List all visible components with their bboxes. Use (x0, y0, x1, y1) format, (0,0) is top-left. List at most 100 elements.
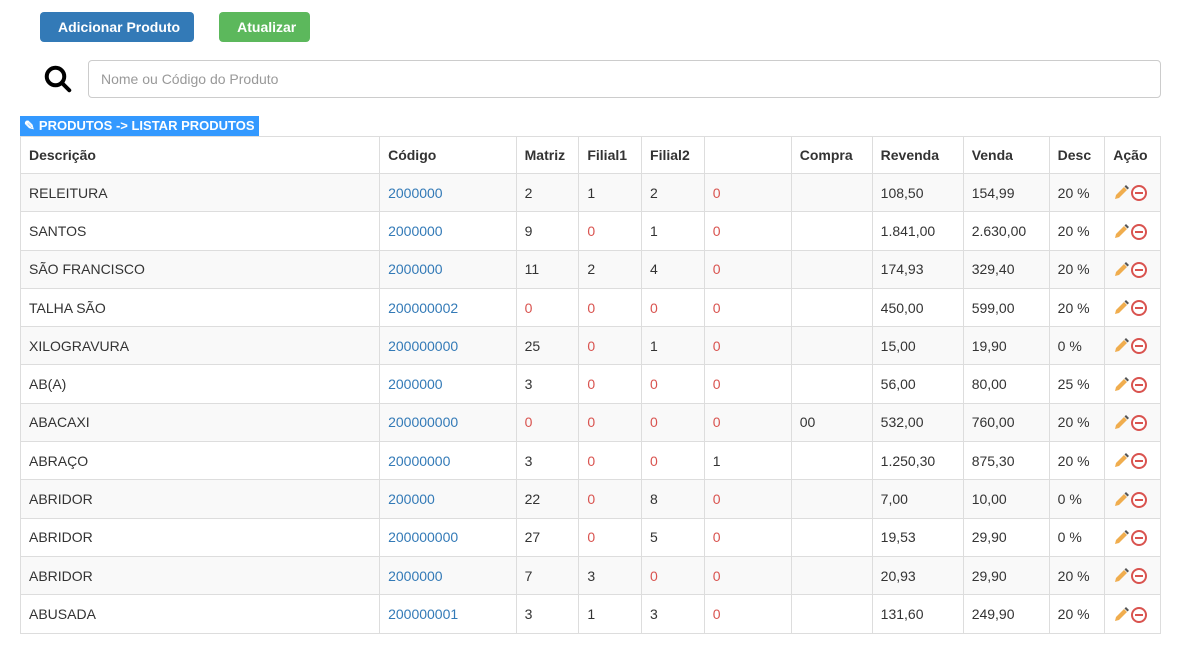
delete-icon[interactable] (1131, 607, 1147, 623)
cell-filial1: 0 (579, 442, 642, 480)
toolbar: Adicionar Produto Atualizar (40, 12, 1161, 42)
cell-acao (1105, 556, 1161, 594)
delete-icon[interactable] (1131, 415, 1147, 431)
delete-icon[interactable] (1131, 300, 1147, 316)
search-input[interactable] (88, 60, 1161, 98)
th-revenda: Revenda (872, 137, 963, 174)
codigo-link[interactable]: 2000000 (388, 261, 443, 277)
delete-icon[interactable] (1131, 530, 1147, 546)
cell-codigo: 2000000 (380, 174, 517, 212)
cell-filial2: 0 (642, 556, 705, 594)
cell-matriz: 9 (516, 212, 579, 250)
refresh-button[interactable]: Atualizar (219, 12, 310, 42)
cell-blank: 0 (704, 403, 791, 441)
codigo-link[interactable]: 200000 (388, 491, 435, 507)
cell-descricao: ABRIDOR (21, 556, 380, 594)
th-compra: Compra (791, 137, 872, 174)
codigo-link[interactable]: 200000002 (388, 300, 458, 316)
table-row: RELEITURA20000002120108,50154,9920 % (21, 174, 1161, 212)
delete-icon[interactable] (1131, 453, 1147, 469)
add-product-button[interactable]: Adicionar Produto (40, 12, 194, 42)
cell-descricao: TALHA SÃO (21, 288, 380, 326)
cell-compra (791, 442, 872, 480)
cell-venda: 875,30 (963, 442, 1049, 480)
cell-compra (791, 174, 872, 212)
cell-compra (791, 556, 872, 594)
cell-codigo: 200000000 (380, 327, 517, 365)
cell-revenda: 131,60 (872, 595, 963, 633)
cell-venda: 80,00 (963, 365, 1049, 403)
table-row: XILOGRAVURA2000000002501015,0019,900 % (21, 327, 1161, 365)
codigo-link[interactable]: 2000000 (388, 185, 443, 201)
edit-icon[interactable] (1113, 530, 1129, 546)
cell-filial1: 1 (579, 174, 642, 212)
cell-venda: 760,00 (963, 403, 1049, 441)
cell-filial2: 8 (642, 480, 705, 518)
edit-icon[interactable] (1113, 492, 1129, 508)
cell-desc: 20 % (1049, 250, 1105, 288)
cell-revenda: 20,93 (872, 556, 963, 594)
delete-icon[interactable] (1131, 377, 1147, 393)
delete-icon[interactable] (1131, 185, 1147, 201)
table-row: ABUSADA2000000013130131,60249,9020 % (21, 595, 1161, 633)
codigo-link[interactable]: 200000000 (388, 338, 458, 354)
cell-revenda: 7,00 (872, 480, 963, 518)
table-row: TALHA SÃO2000000020000450,00599,0020 % (21, 288, 1161, 326)
edit-icon[interactable] (1113, 338, 1129, 354)
delete-icon[interactable] (1131, 568, 1147, 584)
cell-filial1: 3 (579, 556, 642, 594)
th-filial1: Filial1 (579, 137, 642, 174)
edit-icon[interactable] (1113, 224, 1129, 240)
cell-matriz: 3 (516, 595, 579, 633)
edit-icon[interactable] (1113, 415, 1129, 431)
codigo-link[interactable]: 200000001 (388, 606, 458, 622)
edit-icon[interactable] (1113, 262, 1129, 278)
cell-matriz: 3 (516, 442, 579, 480)
edit-icon[interactable] (1113, 300, 1129, 316)
cell-revenda: 56,00 (872, 365, 963, 403)
codigo-link[interactable]: 2000000 (388, 376, 443, 392)
cell-compra (791, 595, 872, 633)
breadcrumb[interactable]: ✎PRODUTOS -> LISTAR PRODUTOS (20, 116, 259, 136)
cell-compra (791, 480, 872, 518)
search-row (40, 60, 1161, 98)
delete-icon[interactable] (1131, 492, 1147, 508)
codigo-link[interactable]: 200000000 (388, 414, 458, 430)
table-row: SÃO FRANCISCO200000011240174,93329,4020 … (21, 250, 1161, 288)
edit-icon[interactable] (1113, 453, 1129, 469)
cell-descricao: ABRIDOR (21, 480, 380, 518)
codigo-link[interactable]: 2000000 (388, 223, 443, 239)
cell-acao (1105, 442, 1161, 480)
cell-descricao: XILOGRAVURA (21, 327, 380, 365)
cell-acao (1105, 327, 1161, 365)
cell-desc: 20 % (1049, 442, 1105, 480)
table-row: ABRIDOR2000000730020,9329,9020 % (21, 556, 1161, 594)
cell-matriz: 22 (516, 480, 579, 518)
edit-icon[interactable] (1113, 185, 1129, 201)
delete-icon[interactable] (1131, 262, 1147, 278)
cell-revenda: 108,50 (872, 174, 963, 212)
delete-icon[interactable] (1131, 224, 1147, 240)
codigo-link[interactable]: 20000000 (388, 453, 450, 469)
cell-matriz: 0 (516, 288, 579, 326)
cell-venda: 154,99 (963, 174, 1049, 212)
cell-revenda: 15,00 (872, 327, 963, 365)
th-venda: Venda (963, 137, 1049, 174)
codigo-link[interactable]: 200000000 (388, 529, 458, 545)
cell-blank: 1 (704, 442, 791, 480)
cell-matriz: 7 (516, 556, 579, 594)
edit-icon[interactable] (1113, 568, 1129, 584)
cell-filial2: 1 (642, 212, 705, 250)
cell-venda: 10,00 (963, 480, 1049, 518)
delete-icon[interactable] (1131, 338, 1147, 354)
codigo-link[interactable]: 2000000 (388, 568, 443, 584)
cell-codigo: 200000000 (380, 518, 517, 556)
th-matriz: Matriz (516, 137, 579, 174)
cell-acao (1105, 174, 1161, 212)
cell-desc: 0 % (1049, 518, 1105, 556)
cell-venda: 19,90 (963, 327, 1049, 365)
cell-filial2: 0 (642, 442, 705, 480)
table-row: SANTOS200000090101.841,002.630,0020 % (21, 212, 1161, 250)
edit-icon[interactable] (1113, 607, 1129, 623)
edit-icon[interactable] (1113, 377, 1129, 393)
